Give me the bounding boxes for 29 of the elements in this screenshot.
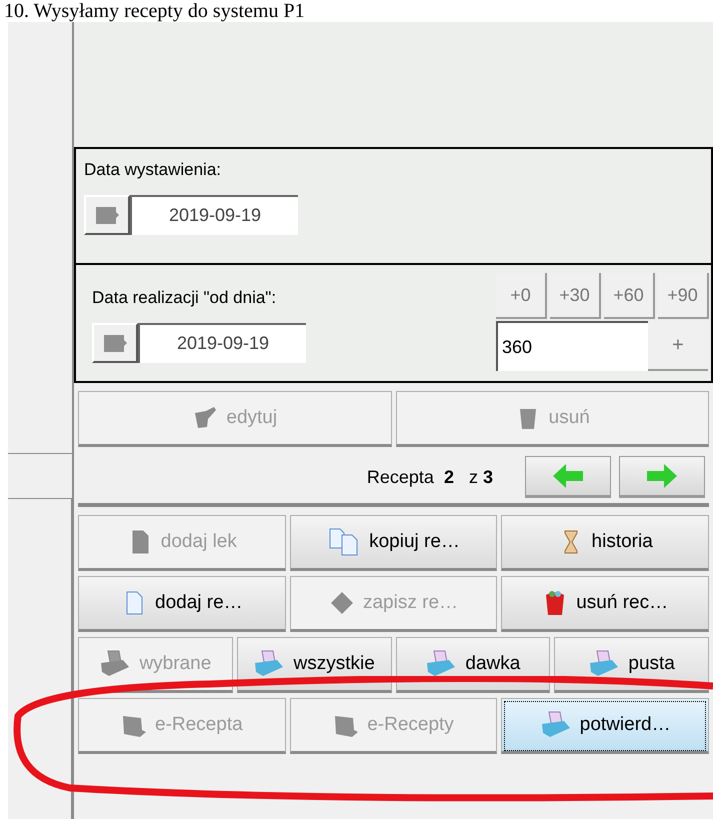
toolbar-button[interactable]: usuń rec… — [501, 576, 710, 632]
offset-button[interactable]: +0 — [496, 273, 547, 319]
toolbar-button[interactable]: potwierd… — [501, 698, 710, 754]
offset-button[interactable]: +90 — [658, 273, 709, 319]
calendar-button[interactable] — [92, 322, 138, 362]
toolbar-button[interactable]: dodaj re… — [78, 576, 286, 632]
record-counter: Recepta 2 z 3 — [366, 466, 493, 489]
field-label: Data realizacji "od dnia": — [92, 287, 278, 309]
calendar-button[interactable] — [84, 194, 130, 234]
left-arrow-icon — [551, 463, 585, 489]
toolbar-button[interactable]: kopiuj re… — [290, 515, 498, 571]
date-field[interactable]: 2019-09-19 — [138, 322, 306, 362]
next-button[interactable] — [619, 456, 705, 498]
printer-icon — [588, 650, 620, 678]
printer-icon — [425, 650, 458, 678]
offset-button[interactable]: +30 — [550, 273, 601, 319]
printer-icon — [253, 650, 286, 678]
days-field[interactable]: 360 — [496, 321, 648, 371]
field-label: Data wystawienia: — [84, 159, 222, 181]
right-arrow-icon — [645, 463, 679, 489]
offset-button[interactable]: +60 — [604, 273, 655, 319]
diamond-icon — [328, 590, 355, 616]
date-field[interactable]: 2019-09-19 — [130, 194, 298, 234]
add-button[interactable]: + — [648, 321, 708, 371]
toolbar-button[interactable]: historia — [501, 515, 710, 571]
printer-icon — [540, 711, 572, 739]
printer-icon — [99, 650, 132, 678]
previous-button[interactable] — [525, 456, 611, 498]
caption: 10. Wysyłamy recepty do systemu P1 — [3, 0, 306, 22]
